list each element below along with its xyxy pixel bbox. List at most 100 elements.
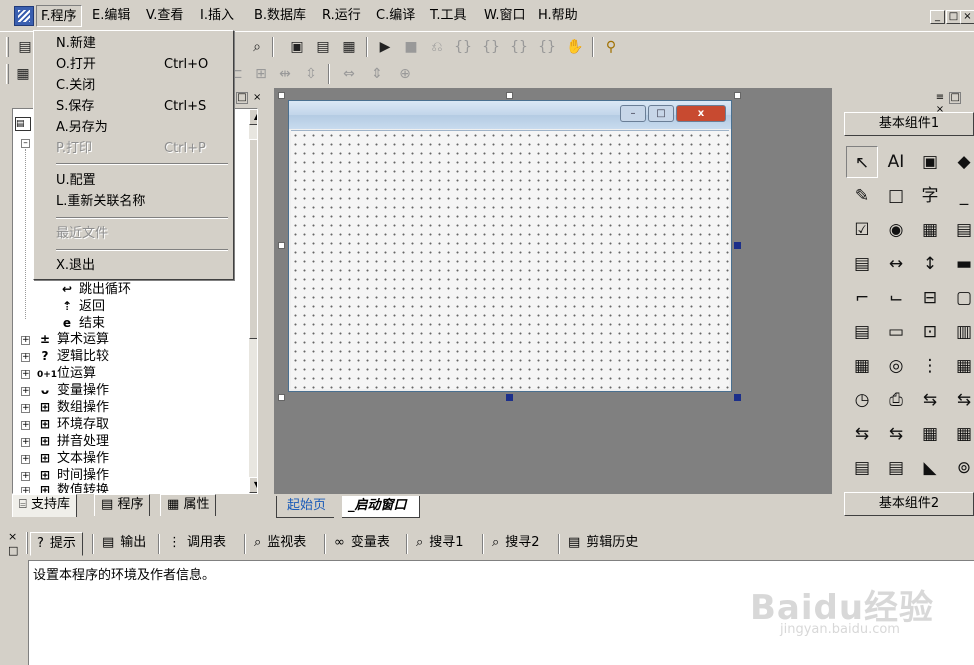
form-minimize-icon[interactable]: –: [620, 105, 646, 122]
tree-item[interactable]: 0+1位运算: [37, 365, 96, 382]
form-client-grid[interactable]: [291, 130, 729, 389]
component-tool-icon[interactable]: ▢: [948, 282, 974, 314]
component-tool-icon[interactable]: ▤: [846, 316, 878, 348]
component-tool-icon[interactable]: ▤: [846, 248, 878, 280]
same-size-icon[interactable]: ⊕: [394, 63, 416, 85]
binoculars-icon[interactable]: ⚲: [600, 36, 622, 58]
menu-compile[interactable]: C.编译: [372, 5, 419, 27]
panel-menu-icon[interactable]: ≡: [934, 92, 946, 103]
component-tool-icon[interactable]: ◆: [948, 146, 974, 178]
component-tool-icon[interactable]: ◎: [880, 350, 912, 382]
mdi-close-button[interactable]: ×: [960, 10, 974, 24]
menu-program[interactable]: F.程序: [36, 5, 82, 27]
component-tool-icon[interactable]: ▣: [914, 146, 946, 178]
component-tool-icon[interactable]: □: [880, 180, 912, 212]
same-width-icon[interactable]: ⇔: [338, 63, 360, 85]
component-tool-icon[interactable]: ◷: [846, 384, 878, 416]
component-tool-icon[interactable]: ▬: [948, 248, 974, 280]
menu-tools[interactable]: T.工具: [426, 5, 471, 27]
component-tool-icon[interactable]: ⇆: [948, 384, 974, 416]
tree-item[interactable]: ᴗ 变量操作: [37, 382, 109, 399]
tree-scrollbar[interactable]: ▲ ▼: [249, 109, 257, 493]
space-h-icon[interactable]: ⇹: [274, 63, 296, 85]
tab-output[interactable]: ▤ 输出: [96, 532, 152, 556]
tree-item[interactable]: ± 算术运算: [37, 331, 109, 348]
hand-icon[interactable]: ✋: [564, 36, 586, 58]
align-center-icon[interactable]: ⊞: [250, 63, 272, 85]
bottom-panel-restore-icon[interactable]: □: [8, 544, 18, 558]
menu-save[interactable]: S.保存 Ctrl+S: [34, 96, 233, 117]
expand-icon[interactable]: +: [21, 455, 30, 464]
component-tool-icon[interactable]: ▦: [846, 350, 878, 382]
resize-handle[interactable]: [734, 92, 741, 99]
layout-1-icon[interactable]: ▣: [286, 36, 308, 58]
mdi-restore-button[interactable]: □: [946, 10, 961, 24]
resize-handle[interactable]: [278, 242, 285, 249]
resize-handle[interactable]: [734, 242, 741, 249]
component-tool-icon[interactable]: ⇆: [914, 384, 946, 416]
expand-icon[interactable]: +: [21, 472, 30, 481]
component-tool-icon[interactable]: ⊟: [914, 282, 946, 314]
step-out-icon[interactable]: {}: [508, 36, 530, 58]
tree-item[interactable]: ⊞ 数值转换: [37, 482, 109, 493]
panel-restore-icon[interactable]: □: [949, 92, 962, 104]
component-tool-icon[interactable]: ✎: [846, 180, 878, 212]
component-tool-icon[interactable]: ↖: [846, 146, 878, 178]
menu-configure[interactable]: U.配置: [34, 170, 233, 191]
scroll-up-icon[interactable]: ▲: [249, 109, 257, 125]
app-icon[interactable]: [14, 6, 34, 26]
scroll-thumb[interactable]: [249, 139, 257, 339]
menu-relink-names[interactable]: L.重新关联名称: [34, 191, 233, 212]
resize-handle[interactable]: [278, 394, 285, 401]
expand-icon[interactable]: +: [21, 353, 30, 362]
tab-properties[interactable]: ▦ 属性: [160, 494, 217, 516]
component-tool-icon[interactable]: ▥: [948, 316, 974, 348]
component-tool-icon[interactable]: ⋮: [914, 350, 946, 382]
tab-startup-window[interactable]: _启动窗口: [342, 496, 420, 518]
component-tool-icon[interactable]: ⇆: [846, 418, 878, 450]
tree-item[interactable]: ⇡ 返回: [59, 298, 105, 315]
grid-icon[interactable]: ▦: [12, 63, 34, 85]
tree-item[interactable]: ⊞ 文本操作: [37, 450, 109, 467]
component-tool-icon[interactable]: ⇆: [880, 418, 912, 450]
menu-view[interactable]: V.查看: [142, 5, 187, 27]
component-tool-icon[interactable]: ⎙: [880, 384, 912, 416]
toolbar-grip[interactable]: [6, 37, 9, 57]
collapse-icon[interactable]: –: [21, 139, 30, 148]
step-into-icon[interactable]: {}: [452, 36, 474, 58]
component-tool-icon[interactable]: ↔: [880, 248, 912, 280]
tab-search-1[interactable]: ⌕ 搜寻1: [410, 532, 470, 556]
layout-2-icon[interactable]: ▤: [312, 36, 334, 58]
form-maximize-icon[interactable]: □: [648, 105, 674, 122]
component-tool-icon[interactable]: ▦: [948, 418, 974, 450]
component-tool-icon[interactable]: ⌐: [846, 282, 878, 314]
run-icon[interactable]: ▶: [374, 36, 396, 58]
menu-edit[interactable]: E.编辑: [88, 5, 134, 27]
tab-clipboard-history[interactable]: ▤ 剪辑历史: [562, 532, 644, 556]
component-group-2-button[interactable]: 基本组件2: [844, 492, 974, 516]
component-tool-icon[interactable]: ⊡: [914, 316, 946, 348]
resize-handle[interactable]: [506, 92, 513, 99]
menu-insert[interactable]: I.插入: [196, 5, 238, 27]
component-tool-icon[interactable]: 字: [914, 180, 946, 212]
expand-icon[interactable]: +: [21, 438, 30, 447]
component-tool-icon[interactable]: ↕: [914, 248, 946, 280]
tab-hint[interactable]: ? 提示: [30, 532, 83, 556]
component-tool-icon[interactable]: ⊚: [948, 452, 974, 484]
tab-call-stack[interactable]: ⋮ 调用表: [162, 532, 232, 556]
tree-item[interactable]: e 结束: [59, 315, 105, 332]
component-group-1-button[interactable]: 基本组件1: [844, 112, 974, 136]
tree-item[interactable]: ⊞ 环境存取: [37, 416, 109, 433]
mdi-minimize-button[interactable]: _: [930, 10, 945, 24]
component-tool-icon[interactable]: ▤: [880, 452, 912, 484]
tab-variables[interactable]: ∞ 变量表: [328, 532, 396, 556]
bottom-panel-close-icon[interactable]: ×: [8, 530, 18, 544]
tree-item[interactable]: ⊞ 拼音处理: [37, 433, 109, 450]
component-tool-icon[interactable]: ▤: [948, 214, 974, 246]
step-1-icon[interactable]: ⎌: [426, 36, 448, 58]
stop-icon[interactable]: ■: [400, 36, 422, 58]
component-tool-icon[interactable]: ⌙: [880, 282, 912, 314]
tab-support-library[interactable]: ⌸ 支持库: [12, 494, 77, 517]
expand-icon[interactable]: +: [21, 336, 30, 345]
component-tool-icon[interactable]: _: [948, 180, 974, 212]
